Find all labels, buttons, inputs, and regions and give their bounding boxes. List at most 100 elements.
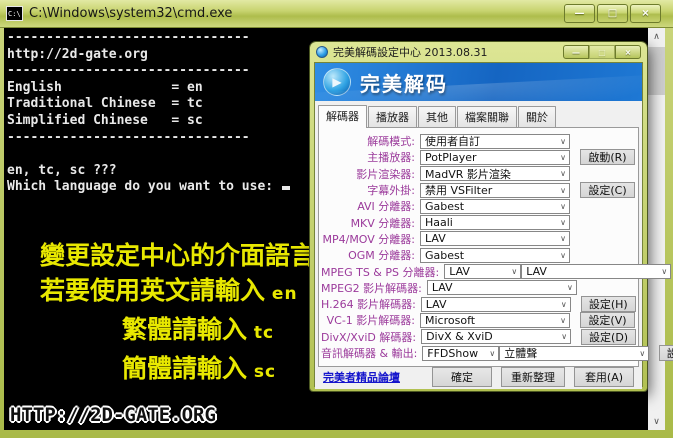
chevron-down-icon: ∨ <box>558 153 568 162</box>
setting-button[interactable]: 啟動(R) <box>580 149 635 165</box>
selected-value: FFDShow <box>427 347 487 360</box>
setting-label: 字幕外掛: <box>321 182 420 198</box>
notice-line: 若要使用英文請輸入 en <box>40 273 340 312</box>
selected-value: 使用者自訂 <box>425 133 558 149</box>
dialog-titlebar[interactable]: 完美解碼設定中心 2013.08.31 — □ × <box>310 42 647 62</box>
scroll-up-button[interactable]: ∧ <box>648 28 665 45</box>
dialog-body: ▶ 完美解码 解碼器播放器其他檔案關聯關於 解碼模式:使用者自訂∨主播放器:Po… <box>314 62 643 387</box>
setting-button[interactable]: 設定(C) <box>580 182 635 198</box>
scrollbar-thumb[interactable] <box>648 47 665 95</box>
selected-value: DivX & XviD <box>426 330 559 343</box>
forum-link[interactable]: 完美者精品論壇 <box>323 369 400 385</box>
setting-label-text: MPEG2 影片解碼器: <box>321 280 422 296</box>
language-code: en <box>265 284 298 304</box>
dialog-minimize-button[interactable]: — <box>563 45 589 59</box>
app-name: 完美解码 <box>360 68 448 97</box>
selected-value: LAV <box>432 281 565 294</box>
notice-line: 簡體請輸入 sc <box>122 351 340 390</box>
setting-select[interactable]: LAV∨ <box>521 264 671 279</box>
tab-2[interactable]: 播放器 <box>368 106 417 127</box>
setting-label-text: DivX/XviD 解碼器: <box>321 329 416 345</box>
chevron-down-icon: ∨ <box>565 283 575 292</box>
chevron-down-icon: ∨ <box>558 202 568 211</box>
settings-row: OGM 分離器:Gabest∨ <box>319 247 638 263</box>
window-title: C:\Windows\system32\cmd.exe <box>29 6 232 21</box>
setting-select[interactable]: FFDShow∨ <box>422 346 499 361</box>
minimize-button[interactable]: — <box>564 4 595 23</box>
play-icon: ▶ <box>332 75 341 89</box>
setting-select[interactable]: LAV∨ <box>421 297 571 312</box>
minimize-icon: — <box>572 48 580 57</box>
setting-label-text: AVI 分離器: <box>357 198 415 214</box>
setting-select[interactable]: Gabest∨ <box>420 248 570 263</box>
close-button[interactable]: × <box>630 4 661 23</box>
selected-value: Microsoft <box>425 314 558 327</box>
setting-label-text: 音訊解碼器 & 輸出: <box>321 345 417 361</box>
chevron-down-icon: ∨ <box>558 186 568 195</box>
language-notice: 變更設定中心的介面語言，若要使用英文請輸入 en繁體請輸入 tc簡體請輸入 sc <box>40 238 340 390</box>
chevron-down-icon: ∨ <box>558 169 568 178</box>
setting-select[interactable]: 禁用 VSFilter∨ <box>420 183 570 198</box>
scroll-down-button[interactable]: ∨ <box>648 413 665 430</box>
notice-line: 變更設定中心的介面語言， <box>40 238 340 273</box>
setting-select[interactable]: LAV∨ <box>427 280 577 295</box>
chevron-down-icon: ∨ <box>558 218 568 227</box>
setting-select[interactable]: LAV∨ <box>444 264 521 279</box>
setting-label: 解碼模式: <box>321 133 420 149</box>
setting-select[interactable]: 立體聲∨ <box>499 346 649 361</box>
refresh-button[interactable]: 重新整理 <box>501 367 565 387</box>
dialog-footer: 完美者精品論壇 確定重新整理套用(A) <box>315 367 642 389</box>
minimize-icon: — <box>575 8 585 19</box>
dialog-close-button[interactable]: × <box>615 45 641 59</box>
setting-button[interactable]: 設定(D) <box>581 329 636 345</box>
ok-button[interactable]: 確定 <box>432 367 492 387</box>
maximize-button[interactable]: □ <box>597 4 628 23</box>
vertical-scrollbar[interactable]: ∧ ∨ <box>648 28 665 430</box>
settings-row: MP4/MOV 分離器: LAV∨ <box>319 231 638 247</box>
settings-row: VC-1 影片解碼器:Microsoft∨設定(V) <box>319 312 638 328</box>
setting-label: 音訊解碼器 & 輸出: <box>321 345 422 361</box>
selected-value: 立體聲 <box>504 345 637 361</box>
window-controls: — □ × <box>564 4 667 23</box>
selected-value: PotPlayer <box>425 151 558 164</box>
setting-button[interactable]: 設定(H) <box>581 296 636 312</box>
setting-select[interactable]: Gabest∨ <box>420 199 570 214</box>
setting-select[interactable]: Microsoft∨ <box>420 313 570 328</box>
setting-label-text: MP4/MOV 分離器: <box>322 231 415 247</box>
tab-3[interactable]: 其他 <box>418 106 456 127</box>
tab-1[interactable]: 解碼器 <box>318 105 367 128</box>
chevron-down-icon: ∨ <box>558 137 568 146</box>
cmd-titlebar[interactable]: C:\ C:\Windows\system32\cmd.exe — □ × <box>0 0 673 28</box>
language-code: sc <box>247 362 276 382</box>
settings-row: AVI 分離器: Gabest∨ <box>319 198 638 214</box>
setting-select[interactable]: DivX & XviD∨ <box>421 329 571 344</box>
setting-label-text: MKV 分離器: <box>351 215 415 231</box>
console-text-content: ------------------------------- http://2… <box>7 30 281 194</box>
settings-row: MPEG TS & PS 分離器:LAV∨LAV∨ <box>319 263 638 279</box>
selected-value: LAV <box>425 232 558 245</box>
notice-line: 繁體請輸入 tc <box>122 312 340 351</box>
scroll-up-icon: ∧ <box>653 32 660 42</box>
setting-select[interactable]: 使用者自訂∨ <box>420 134 570 149</box>
setting-label: 主播放器: <box>321 149 420 165</box>
setting-button[interactable]: 設定(M) <box>659 345 673 361</box>
selected-value: LAV <box>526 265 659 278</box>
apply-button[interactable]: 套用(A) <box>574 367 634 387</box>
chevron-down-icon: ∨ <box>559 332 569 341</box>
close-icon: × <box>641 8 649 19</box>
setting-select[interactable]: LAV∨ <box>420 231 570 246</box>
setting-select[interactable]: Haali∨ <box>420 215 570 230</box>
settings-row: 解碼模式:使用者自訂∨ <box>319 133 638 149</box>
setting-label: H.264 影片解碼器: <box>321 296 421 312</box>
footer-buttons: 確定重新整理套用(A) <box>432 367 634 387</box>
setting-label-text: H.264 影片解碼器: <box>321 296 416 312</box>
setting-select[interactable]: MadVR 影片渲染∨ <box>420 166 570 181</box>
tab-4[interactable]: 檔案關聯 <box>457 106 517 127</box>
setting-button[interactable]: 設定(V) <box>580 312 635 328</box>
dialog-title: 完美解碼設定中心 2013.08.31 <box>333 44 487 60</box>
cmd-icon: C:\ <box>6 6 23 21</box>
setting-label: 影片渲染器: <box>321 166 420 182</box>
settings-row: DivX/XviD 解碼器: DivX & XviD∨ 設定(D) <box>319 329 638 345</box>
tab-5[interactable]: 關於 <box>518 106 556 127</box>
setting-select[interactable]: PotPlayer∨ <box>420 150 570 165</box>
